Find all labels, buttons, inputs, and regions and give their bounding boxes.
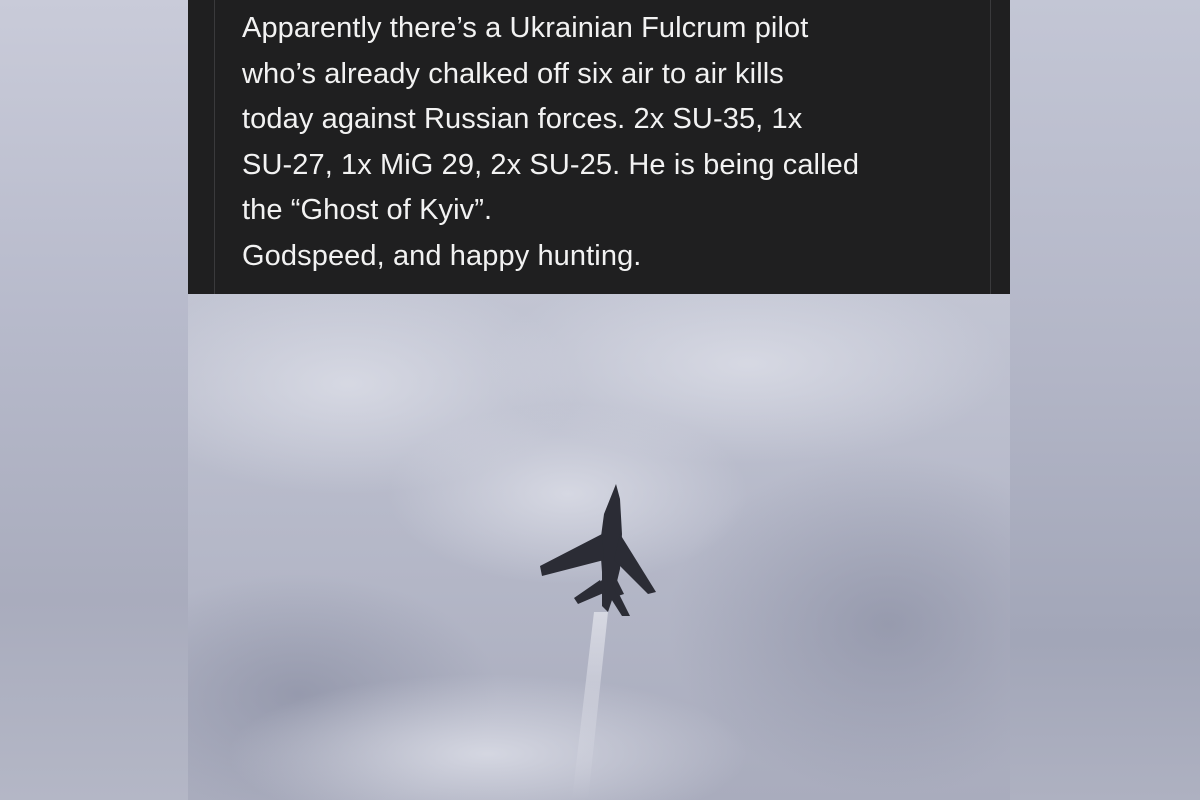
post-text-line: Godspeed, and happy hunting. bbox=[242, 239, 642, 272]
post-text-line: today against Russian forces. 2x SU-35, … bbox=[242, 103, 803, 135]
post-photo-sky-jet bbox=[188, 294, 1010, 800]
post-text-line: Apparently there’s a Ukrainian Fulcrum p… bbox=[242, 12, 809, 44]
post-text-line: the “Ghost of Kyiv”. bbox=[242, 194, 493, 226]
social-post-card: Apparently there’s a Ukrainian Fulcrum p… bbox=[188, 0, 1010, 800]
post-text-line: SU-27, 1x MiG 29, 2x SU-25. He is being … bbox=[242, 148, 860, 181]
post-text-panel: Apparently there’s a Ukrainian Fulcrum p… bbox=[188, 0, 1010, 294]
post-body-text: Apparently there’s a Ukrainian Fulcrum p… bbox=[242, 6, 982, 279]
post-text-line: who’s already chalked off six air to air… bbox=[242, 57, 784, 90]
panel-divider-left bbox=[214, 0, 215, 294]
panel-divider-right bbox=[990, 0, 991, 294]
screenshot-stage: Apparently there’s a Ukrainian Fulcrum p… bbox=[0, 0, 1200, 800]
sky-photo-illustration bbox=[188, 294, 1010, 800]
blurred-background-right bbox=[1010, 0, 1200, 800]
blurred-background-left bbox=[0, 0, 188, 800]
